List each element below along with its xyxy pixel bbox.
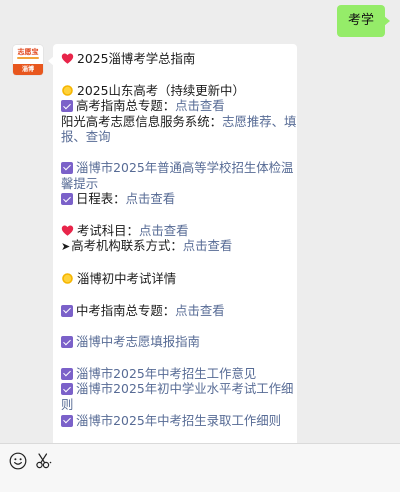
voice-icon[interactable] [9, 452, 27, 470]
zk-exam-rules-link-continued[interactable]: 则 [61, 397, 73, 412]
zk-guide-row: 中考指南总专题：点击查看 [61, 303, 291, 319]
arrow-right-icon: ➤ [61, 240, 71, 254]
zk-exam-row-2: 则 [61, 397, 291, 413]
physical-exam-link[interactable]: 淄博市2025年普通高等学校招生体检温 [76, 160, 293, 175]
zk-exam-row: 淄博市2025年初中学业水平考试工作细 [61, 381, 293, 397]
gk-guide-link[interactable]: 点击查看 [175, 98, 225, 113]
input-bar [0, 443, 400, 492]
zk-fill-guide-link[interactable]: 淄博中考志愿填报指南 [76, 334, 200, 349]
sunshine-link-continued[interactable]: 报、查询 [61, 129, 111, 144]
zk-admission-rules-link[interactable]: 淄博市2025年中考招生录取工作细则 [76, 413, 281, 428]
physical-row-2: 馨提示 [61, 176, 291, 192]
check-box-icon [61, 100, 73, 113]
avatar-logo-bar [17, 57, 39, 59]
zk-guide-link[interactable]: 点击查看 [175, 303, 225, 318]
zk-admit-row: 淄博市2025年中考招生录取工作细则 [61, 413, 291, 429]
sd-title-row: 2025山东高考（持续更新中） [61, 83, 291, 99]
sun-icon [62, 84, 73, 96]
check-box-icon [61, 367, 73, 380]
bot-message-bubble: 2025淄博考学总指南 2025山东高考（持续更新中） 高考指南总专题：点击查看… [48, 44, 297, 443]
sunshine-row: 阳光高考志愿信息服务系统：志愿推荐、填 [61, 113, 296, 130]
sunshine-link[interactable]: 志愿推荐、填 [222, 114, 296, 129]
heart-icon [61, 225, 74, 236]
schedule-row: 日程表：点击查看 [61, 191, 291, 207]
sun-icon [62, 273, 73, 284]
bot-avatar[interactable]: 志愿宝 淄博 [13, 45, 43, 75]
check-box-icon [61, 193, 73, 206]
gk-guide-label: 高考指南总专题： [76, 98, 176, 114]
check-box-icon [61, 161, 73, 174]
schedule-label: 日程表： [76, 191, 126, 207]
sd-title: 2025山东高考（持续更新中） [77, 82, 245, 98]
zk-title: 淄博初中考试详情 [77, 270, 177, 286]
physical-row: 淄博市2025年普通高等学校招生体检温 [61, 160, 293, 176]
contact-label: 高考机构联系方式： [71, 238, 183, 254]
title-row: 2025淄博考学总指南 [61, 51, 291, 67]
zk-work-row: 淄博市2025年中考招生工作意见 [61, 366, 291, 382]
subjects-row: 考试科目：点击查看 [61, 223, 291, 239]
chat-area: 考学 志愿宝 淄博 2025淄博考学总指南 2025山东高考（持续更新中） 高考… [0, 0, 400, 443]
heart-icon [61, 53, 74, 64]
sunshine-row-2: 报、查询 [61, 129, 291, 145]
avatar-logo-text: 志愿宝 [17, 48, 39, 56]
check-box-icon [61, 336, 73, 349]
zk-work-opinion-link[interactable]: 淄博市2025年中考招生工作意见 [76, 366, 256, 381]
physical-exam-link-continued[interactable]: 馨提示 [61, 176, 98, 191]
zk-guide-label: 中考指南总专题： [76, 302, 176, 318]
subjects-link[interactable]: 点击查看 [139, 223, 189, 238]
guide-title: 2025淄博考学总指南 [77, 51, 196, 66]
check-box-icon [61, 383, 73, 396]
contact-row: ➤高考机构联系方式：点击查看 [61, 238, 291, 255]
zk-title-row: 淄博初中考试详情 [61, 271, 291, 287]
sunshine-label: 阳光高考志愿信息服务系统： [61, 113, 223, 129]
zk-exam-rules-link[interactable]: 淄博市2025年初中学业水平考试工作细 [76, 381, 293, 396]
schedule-link[interactable]: 点击查看 [126, 191, 176, 206]
check-box-icon [61, 414, 73, 427]
user-message-text: 考学 [347, 13, 374, 28]
avatar-city-text: 淄博 [13, 64, 43, 75]
zk-fill-row: 淄博中考志愿填报指南 [61, 334, 291, 350]
check-box-icon [61, 304, 73, 317]
subjects-label: 考试科目： [77, 222, 139, 238]
user-message-bubble[interactable]: 考学 [336, 5, 391, 37]
contact-link[interactable]: 点击查看 [183, 238, 233, 253]
scissors-icon[interactable] [35, 452, 53, 470]
gk-guide-row: 高考指南总专题：点击查看 [61, 98, 291, 114]
